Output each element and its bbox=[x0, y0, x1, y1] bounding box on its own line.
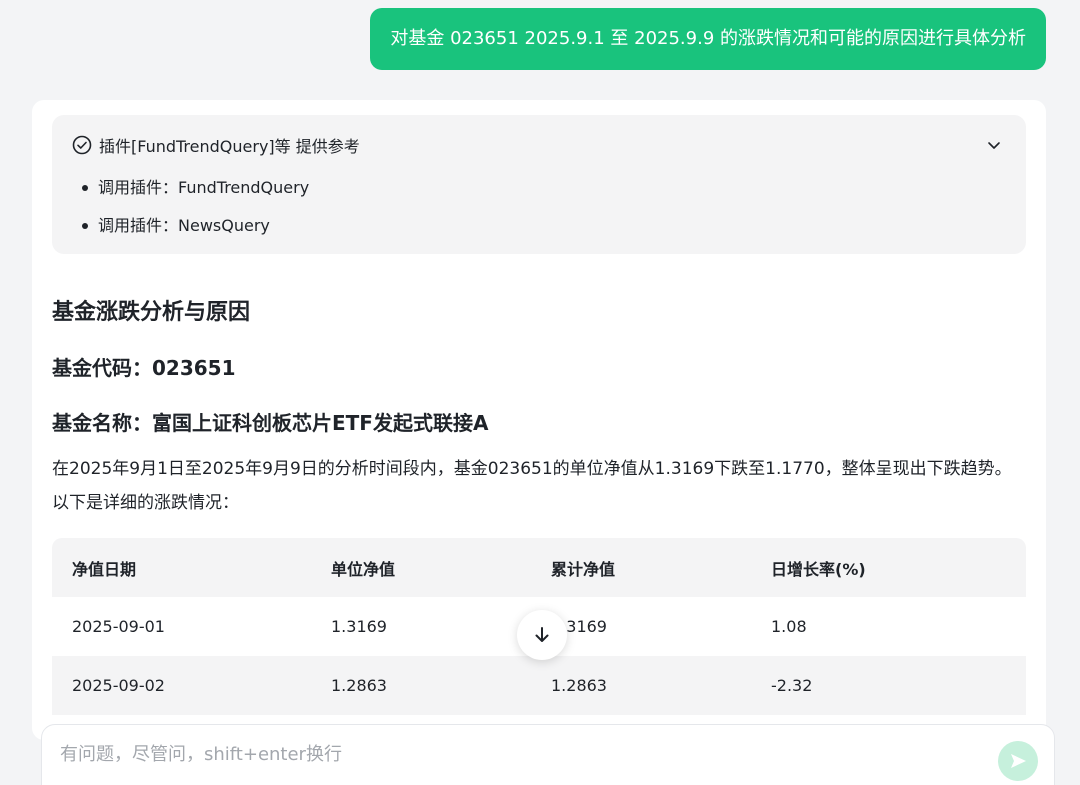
plugin-reference-panel: 插件[FundTrendQuery]等 提供参考 调用插件：FundTrendQ… bbox=[52, 115, 1026, 254]
answer-heading: 基金涨跌分析与原因 bbox=[52, 300, 251, 325]
table-header-cell: 净值日期 bbox=[72, 559, 137, 579]
arrow-down-icon bbox=[535, 627, 549, 642]
fund-code: 基金代码：023651 bbox=[52, 356, 236, 380]
table-cell: 2025-09-02 bbox=[72, 676, 165, 695]
table-header-cell: 单位净值 bbox=[331, 559, 396, 579]
table-cell: -2.32 bbox=[771, 676, 813, 695]
plugin-item: 调用插件：NewsQuery bbox=[82, 213, 309, 251]
table-cell: 2025-09-01 bbox=[72, 617, 165, 636]
table-cell: 1.2863 bbox=[331, 676, 387, 695]
send-icon bbox=[1011, 754, 1026, 768]
send-button[interactable] bbox=[998, 741, 1038, 781]
table-header-cell: 累计净值 bbox=[551, 559, 616, 579]
table-cell: 1.2863 bbox=[551, 676, 607, 695]
table-header-cell: 日增长率(%) bbox=[771, 559, 866, 579]
table-header-row: 净值日期 单位净值 累计净值 日增长率(%) bbox=[52, 538, 1026, 597]
plugin-item: 调用插件：FundTrendQuery bbox=[82, 175, 309, 213]
table-row: 2025-09-02 1.2863 1.2863 -2.32 bbox=[52, 656, 1026, 715]
table-cell: 1.08 bbox=[771, 617, 807, 636]
scroll-to-bottom-button[interactable] bbox=[517, 610, 567, 660]
plugin-panel-header[interactable]: 插件[FundTrendQuery]等 提供参考 bbox=[72, 131, 1006, 159]
chat-page: 对基金 023651 2025.9.1 至 2025.9.9 的涨跌情况和可能的… bbox=[0, 0, 1080, 785]
check-circle-icon bbox=[72, 135, 92, 155]
chevron-down-icon[interactable] bbox=[986, 137, 1002, 153]
fund-name: 基金名称：富国上证科创板芯片ETF发起式联接A bbox=[52, 411, 489, 435]
plugin-list: 调用插件：FundTrendQuery 调用插件：NewsQuery bbox=[82, 175, 309, 251]
user-message-bubble: 对基金 023651 2025.9.1 至 2025.9.9 的涨跌情况和可能的… bbox=[370, 8, 1046, 70]
table-cell: 1.3169 bbox=[331, 617, 387, 636]
chat-input[interactable] bbox=[60, 739, 960, 769]
analysis-paragraph: 在2025年9月1日至2025年9月9日的分析时间段内，基金023651的单位净… bbox=[52, 459, 1012, 513]
plugin-panel-title: 插件[FundTrendQuery]等 提供参考 bbox=[99, 137, 360, 156]
chat-input-box bbox=[41, 724, 1055, 785]
